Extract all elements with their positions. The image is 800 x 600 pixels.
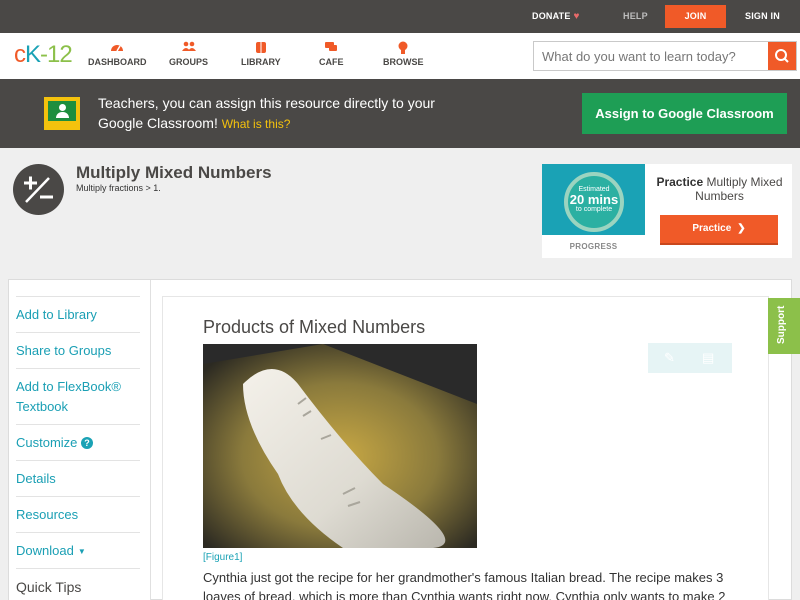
sidebar-item-customize[interactable]: Customize ? (16, 424, 140, 460)
what-is-this-link[interactable]: What is this? (222, 117, 291, 131)
donate-label: DONATE (532, 11, 571, 21)
sidebar-item-details[interactable]: Details (16, 460, 140, 496)
search-box (533, 41, 797, 71)
search-button[interactable] (768, 42, 796, 70)
logo-k: K (25, 41, 41, 68)
article: Products of Mixed Numbers ✎ ▤ [Figure1] … (162, 296, 769, 600)
practice-title-rest: Multiply Mixed Numbers (695, 175, 783, 203)
nav-library[interactable]: LIBRARY (241, 41, 281, 67)
progress-label: PROGRESS (569, 242, 618, 251)
logo-c: c (14, 41, 26, 68)
support-tab[interactable]: Support (768, 298, 800, 354)
practice-card: Estimated 20 mins to complete PROGRESS P… (542, 164, 792, 258)
bread-figure-image (203, 344, 477, 548)
practice-title-bold: Practice (656, 175, 704, 189)
google-classroom-icon (44, 97, 80, 130)
practice-title: Practice Multiply Mixed Numbers (652, 175, 787, 203)
nav-dashboard[interactable]: DASHBOARD (88, 41, 147, 67)
caret-down-icon: ▼ (77, 547, 86, 556)
chevron-right-icon: ❯ (737, 223, 746, 234)
library-icon (241, 41, 281, 57)
sign-in-link[interactable]: SIGN IN (745, 0, 780, 33)
google-classroom-banner: Teachers, you can assign this resource d… (0, 79, 800, 148)
sidebar-item-quick-tips[interactable]: Quick Tips (16, 568, 140, 600)
donate-link[interactable]: DONATE ♥ (532, 0, 580, 33)
cafe-icon (319, 41, 344, 57)
sidebar-item-share-to-groups[interactable]: Share to Groups (16, 332, 140, 368)
content-container: Add to Library Share to Groups Add to Fl… (8, 279, 792, 600)
sidebar-item-resources[interactable]: Resources (16, 496, 140, 532)
question-icon[interactable]: ? (81, 437, 94, 449)
customize-label: Customize (16, 435, 78, 450)
practice-button[interactable]: Practice ❯ (660, 215, 778, 245)
assign-google-classroom-button[interactable]: Assign to Google Classroom (582, 93, 787, 134)
practice-button-label: Practice (692, 223, 732, 234)
article-body: Cynthia just got the recipe for her gran… (203, 570, 726, 600)
pencil-icon[interactable]: ✎ (664, 350, 675, 366)
logo-12: -12 (40, 41, 73, 68)
sidebar: Add to Library Share to Groups Add to Fl… (9, 280, 151, 600)
search-input[interactable] (534, 42, 768, 70)
notes-icon[interactable]: ▤ (702, 350, 714, 366)
download-label: Download (16, 543, 74, 558)
dashboard-icon (88, 41, 147, 57)
sidebar-item-add-to-flexbook[interactable]: Add to FlexBook® Textbook (16, 368, 140, 424)
main-nav: cK-12 DASHBOARD GROUPS LIBRARY CAFE BROW… (0, 33, 800, 79)
sidebar-item-download[interactable]: Download ▼ (16, 532, 140, 568)
sidebar-item-add-to-library[interactable]: Add to Library (16, 296, 140, 332)
help-link[interactable]: HELP (623, 0, 648, 33)
search-icon (775, 49, 789, 63)
multiply-concept-icon (13, 164, 64, 215)
ck12-logo[interactable]: cK-12 (14, 41, 73, 69)
figure-caption[interactable]: [Figure1] (203, 552, 242, 563)
top-bar: DONATE ♥ HELP JOIN SIGN IN (0, 0, 800, 33)
browse-icon (383, 41, 424, 57)
banner-message: Teachers, you can assign this resource d… (98, 93, 448, 134)
nav-cafe[interactable]: CAFE (319, 41, 344, 67)
breadcrumb[interactable]: Multiply fractions > 1. (76, 183, 161, 193)
nav-browse[interactable]: BROWSE (383, 41, 424, 67)
groups-icon (169, 41, 208, 57)
annotation-tools: ✎ ▤ (648, 343, 732, 373)
estimated-time-badge: Estimated 20 mins to complete (564, 172, 624, 232)
estimated-minutes: 20 mins (569, 192, 619, 207)
nav-groups[interactable]: GROUPS (169, 41, 208, 67)
to-complete-label: to complete (575, 206, 613, 213)
nav-browse-label: BROWSE (383, 57, 424, 67)
support-label: Support (776, 305, 787, 344)
join-button[interactable]: JOIN (665, 5, 726, 28)
heart-icon: ♥ (573, 11, 580, 22)
article-title: Products of Mixed Numbers (203, 317, 426, 337)
nav-cafe-label: CAFE (319, 57, 344, 67)
nav-library-label: LIBRARY (241, 57, 281, 67)
nav-groups-label: GROUPS (169, 57, 209, 67)
nav-dashboard-label: DASHBOARD (88, 57, 147, 67)
progress-thumbnail: Estimated 20 mins to complete (542, 164, 645, 235)
page-title: Multiply Mixed Numbers (76, 163, 272, 182)
